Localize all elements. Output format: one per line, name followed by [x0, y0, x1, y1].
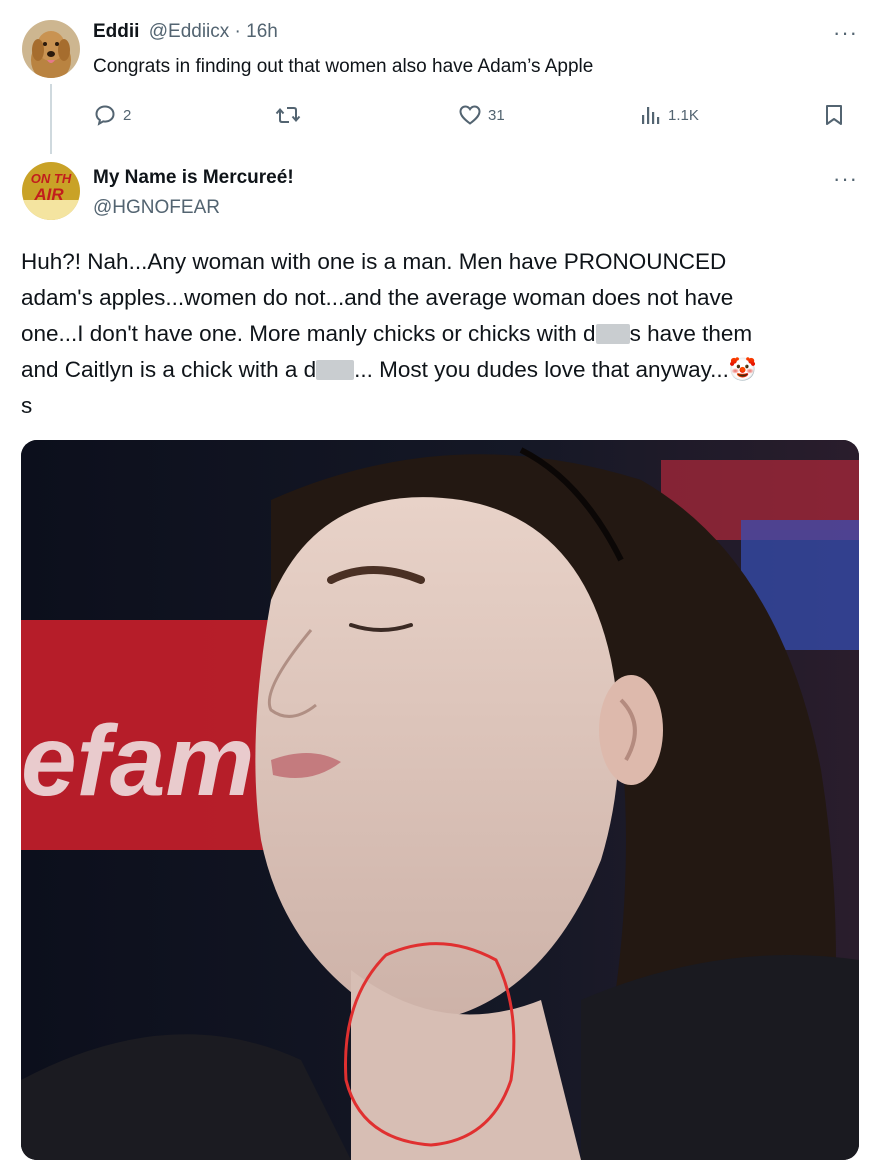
analytics-icon	[642, 107, 660, 124]
views-button[interactable]: 1.1K	[640, 103, 699, 127]
repost-icon	[275, 107, 301, 123]
like-button[interactable]: 31	[458, 103, 505, 127]
post-more-button[interactable]: ···	[833, 166, 858, 192]
reply-more-button[interactable]: ···	[833, 20, 858, 46]
background-sign-text: efam	[21, 705, 254, 817]
reply-header: Eddii @Eddiicx · 16h	[93, 21, 278, 43]
post-avatar[interactable]: ON TH AIR	[22, 162, 80, 220]
reply-count: 2	[123, 106, 132, 124]
view-count: 1.1K	[668, 106, 699, 124]
avatar-text-bottom: AIR	[33, 185, 64, 204]
redaction-box	[316, 360, 355, 380]
post-text-line-5: s	[21, 393, 33, 418]
like-count: 31	[488, 106, 505, 124]
clown-emoji: 🤡	[728, 357, 757, 382]
post-text-line-3: one...I don't have one. More manly chick…	[21, 321, 753, 346]
post-text-line-4: and Caitlyn is a chick with a d... Most …	[21, 357, 757, 382]
avatar-text-top: ON TH	[31, 171, 72, 186]
reply-display-name[interactable]: Eddii	[93, 21, 139, 42]
repost-button[interactable]	[275, 103, 307, 127]
reply-handle-time[interactable]: @Eddiicx · 16h	[149, 21, 278, 42]
reply-comment-button[interactable]: 2	[93, 103, 131, 127]
comment-icon	[95, 105, 115, 126]
bookmark-icon	[826, 105, 842, 125]
bookmark-button[interactable]	[823, 103, 845, 127]
post-handle[interactable]: @HGNOFEAR	[93, 197, 220, 219]
post-media-image[interactable]: efam	[21, 440, 859, 1160]
reply-text: Congrats in finding out that women also …	[93, 56, 594, 77]
redaction-box	[595, 324, 630, 344]
post-display-name[interactable]: My Name is Mercureé!	[93, 167, 294, 189]
heart-icon	[459, 105, 481, 125]
post-text-line-1: Huh?! Nah...Any woman with one is a man.…	[21, 249, 727, 274]
thread-connector-line	[50, 84, 52, 154]
reply-avatar[interactable]	[22, 20, 80, 78]
post-text: Huh?! Nah...Any woman with one is a man.…	[21, 244, 866, 424]
post-text-line-2: adam's apples...women do not...and the a…	[21, 285, 734, 310]
